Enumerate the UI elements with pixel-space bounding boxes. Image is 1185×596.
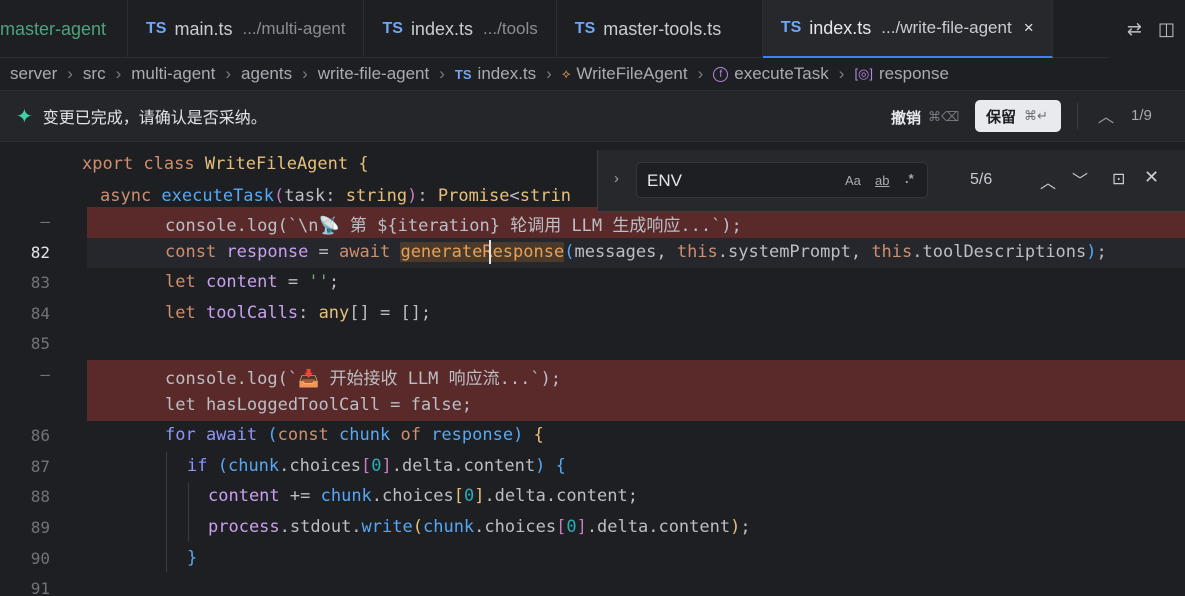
tab-label: main.ts: [174, 18, 233, 39]
tab-write-file-agent-index-ts[interactable]: TS index.ts .../write-file-agent ×: [762, 0, 1053, 58]
line-number: 82: [30, 242, 50, 262]
line-number: 83: [30, 273, 50, 293]
split-editor-icon[interactable]: ◫: [1158, 19, 1175, 40]
find-widget: › ENV Aa ab .* 5/6 ︿ ﹀ ⊡ ✕: [597, 150, 1185, 212]
find-input[interactable]: ENV Aa ab .*: [636, 162, 928, 198]
tab-label: master-tools.ts: [603, 18, 722, 39]
breadcrumb-item[interactable]: WriteFileAgent: [576, 64, 687, 84]
chevron-right-icon[interactable]: ›: [614, 170, 619, 187]
removed-line[interactable]: — console.log(`📥 开始接收 LLM 响应流...`);: [0, 360, 1185, 391]
breadcrumb-item[interactable]: index.ts: [478, 64, 537, 84]
tab-path: .../tools: [482, 19, 538, 38]
breadcrumb-item[interactable]: executeTask: [734, 64, 829, 84]
breadcrumb-item[interactable]: response: [879, 64, 949, 84]
breadcrumb-item[interactable]: src: [83, 64, 106, 84]
chevron-down-icon[interactable]: ﹀: [1072, 167, 1088, 191]
breadcrumb-item[interactable]: agents: [241, 64, 292, 84]
removed-marker: —: [40, 212, 50, 231]
tab-path: .../write-file-agent: [881, 18, 1012, 37]
removed-code: let hasLoggedToolCall = false;: [165, 394, 473, 415]
divider: [1077, 103, 1078, 129]
typescript-icon: TS: [454, 66, 472, 82]
line-number: 86: [30, 426, 50, 446]
removed-code: console.log(`\n📡 第 ${iteration} 轮调用 LLM …: [165, 216, 742, 236]
function-icon: f: [713, 66, 729, 82]
tab-label: master-agent: [0, 18, 107, 39]
undo-shortcut: ⌘⌫: [928, 109, 960, 124]
tab-master-agent[interactable]: master-agent: [0, 0, 128, 58]
sparkle-icon: ✦: [16, 105, 33, 128]
tab-main-ts[interactable]: TS main.ts .../multi-agent: [128, 0, 365, 58]
code-line-82[interactable]: 82 const response = await generateRespon…: [0, 237, 1185, 269]
breadcrumb: server › src › multi-agent › agents › write-…: [10, 64, 949, 84]
close-icon[interactable]: ✕: [1144, 167, 1159, 188]
code-line-89[interactable]: 89 process.stdout.write(chunk.choices[0]…: [0, 513, 1185, 544]
breadcrumb-item[interactable]: multi-agent: [131, 64, 215, 84]
review-message: 变更已完成，请确认是否采纳。: [42, 110, 267, 127]
line-number: 89: [30, 518, 50, 537]
close-icon[interactable]: ×: [1024, 18, 1034, 38]
typescript-icon: TS: [780, 19, 802, 36]
code-line-90[interactable]: 90 }: [0, 544, 1185, 575]
line-number: 84: [30, 303, 50, 323]
line-number: 85: [30, 334, 50, 354]
removed-line[interactable]: let hasLoggedToolCall = false;: [0, 390, 1185, 422]
variable-icon: [◎]: [854, 66, 874, 81]
compare-changes-icon[interactable]: ⇄: [1127, 19, 1142, 40]
code-line-85[interactable]: 85: [0, 329, 1185, 360]
code-line-83[interactable]: 83 let content = '';: [0, 268, 1185, 299]
tab-label: index.ts: [809, 17, 872, 38]
tab-master-tools-ts[interactable]: TS master-tools.ts: [557, 0, 763, 58]
line-number: 91: [30, 579, 50, 596]
class-icon: ⟡: [561, 66, 571, 81]
tab-path: .../multi-agent: [242, 19, 346, 38]
line-number: 87: [30, 456, 50, 476]
chevron-up-icon[interactable]: ︿: [1098, 103, 1114, 127]
whole-word-toggle[interactable]: ab: [875, 173, 889, 188]
typescript-icon: TS: [574, 20, 596, 37]
tab-tools-index-ts[interactable]: TS index.ts .../tools: [364, 0, 557, 58]
editor-tab-bar: master-agent TS main.ts .../multi-agent …: [0, 0, 1185, 58]
indent-guide: [166, 452, 167, 572]
breadcrumb-item[interactable]: server: [10, 64, 57, 84]
code-line-87[interactable]: 87 if (chunk.choices[0].delta.content) {: [0, 452, 1185, 483]
tab-actions: ⇄ ◫: [1108, 0, 1185, 58]
line-number: 88: [30, 487, 50, 507]
typescript-icon: TS: [146, 20, 167, 37]
indent-guide: [188, 482, 189, 542]
code-line-84[interactable]: 84 let toolCalls: any[] = [];: [0, 299, 1185, 330]
keep-button[interactable]: 保留 ⌘↵: [975, 100, 1061, 132]
chevron-up-icon[interactable]: ︿: [1040, 169, 1056, 193]
removed-code: console.log(`📥 开始接收 LLM 响应流...`);: [165, 369, 562, 389]
code-line-88[interactable]: 88 content += chunk.choices[0].delta.con…: [0, 482, 1185, 513]
regex-toggle[interactable]: .*: [905, 171, 914, 186]
keep-shortcut: ⌘↵: [1024, 108, 1048, 123]
find-result-count: 5/6: [970, 171, 993, 188]
find-in-selection-icon[interactable]: ⊡: [1112, 169, 1125, 189]
typescript-icon: TS: [382, 20, 403, 37]
line-number: 90: [30, 548, 50, 568]
code-line-91[interactable]: 91: [0, 574, 1185, 596]
keep-label: 保留: [986, 108, 1017, 126]
change-counter: 1/9: [1131, 107, 1152, 124]
code-line-86[interactable]: 86 for await (const chunk of response) {: [0, 421, 1185, 452]
text-cursor: [489, 240, 491, 264]
breadcrumb-item[interactable]: write-file-agent: [318, 64, 430, 84]
match-case-toggle[interactable]: Aa: [845, 173, 861, 188]
review-changes-bar: ✦ 变更已完成，请确认是否采纳。 撤销 ⌘⌫ 保留 ⌘↵ ︿ 1/9: [0, 90, 1185, 142]
removed-marker: —: [40, 365, 50, 384]
tab-label: index.ts: [410, 18, 473, 39]
undo-button[interactable]: 撤销: [891, 107, 921, 128]
find-query: ENV: [647, 171, 682, 190]
